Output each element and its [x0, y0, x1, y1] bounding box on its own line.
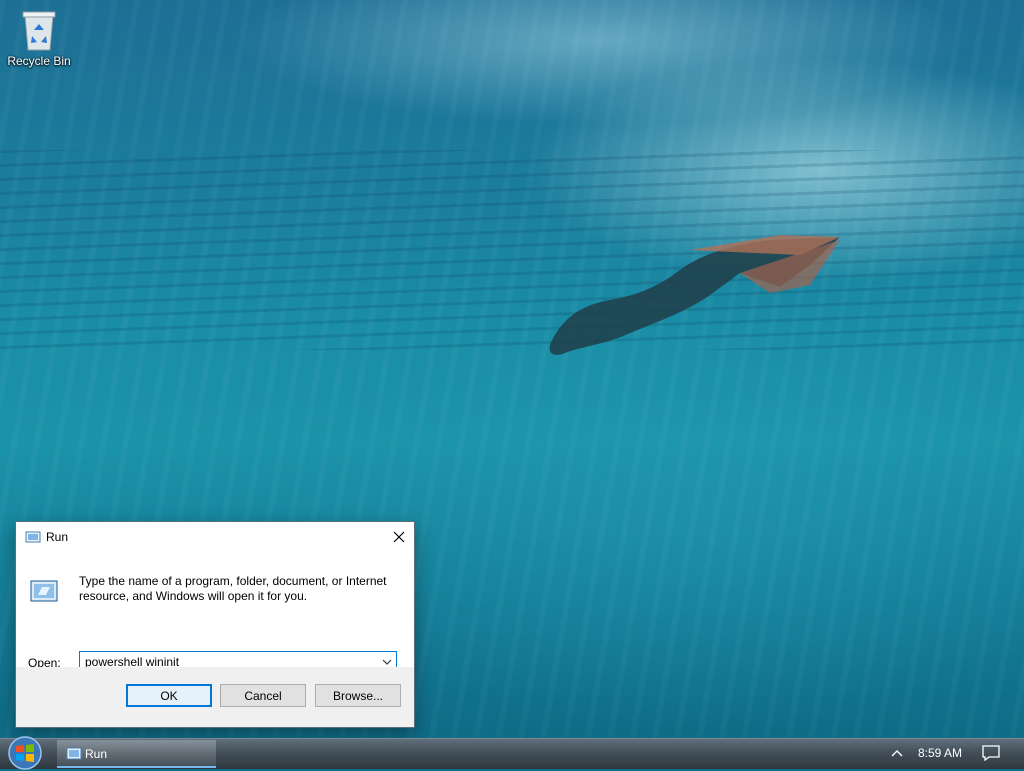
dialog-titlebar[interactable]: Run: [16, 522, 414, 552]
clock[interactable]: 8:59 AM: [918, 746, 962, 760]
dialog-footer: OK Cancel Browse...: [16, 667, 414, 727]
notification-icon[interactable]: [982, 745, 1000, 761]
taskbar-item-run[interactable]: Run: [57, 740, 216, 768]
browse-button[interactable]: Browse...: [315, 684, 401, 707]
dialog-body: Type the name of a program, folder, docu…: [16, 552, 414, 673]
cancel-button[interactable]: Cancel: [220, 684, 306, 707]
chevron-up-icon[interactable]: [890, 747, 904, 759]
close-icon: [393, 531, 405, 543]
desktop-icon-label: Recycle Bin: [7, 54, 71, 68]
ok-button[interactable]: OK: [126, 684, 212, 707]
dialog-description: Type the name of a program, folder, docu…: [79, 574, 387, 603]
wallpaper-swimmer: [549, 235, 840, 355]
run-icon: [25, 531, 41, 543]
taskbar-item-label: Run: [85, 747, 108, 761]
run-dialog: Run Type the name of a program, folder, …: [15, 521, 415, 728]
close-button[interactable]: [384, 522, 414, 552]
wallpaper-waves: [0, 150, 1024, 350]
chevron-down-icon[interactable]: [382, 657, 392, 667]
recycle-bin-icon: [22, 11, 56, 51]
taskbar: Run 8:59 AM: [0, 735, 1024, 771]
dialog-title: Run: [46, 530, 69, 544]
desktop-icon-recycle-bin[interactable]: Recycle Bin: [6, 6, 72, 68]
run-program-icon: [30, 580, 58, 602]
windows-logo-icon[interactable]: [4, 735, 46, 771]
run-icon: [66, 747, 82, 760]
